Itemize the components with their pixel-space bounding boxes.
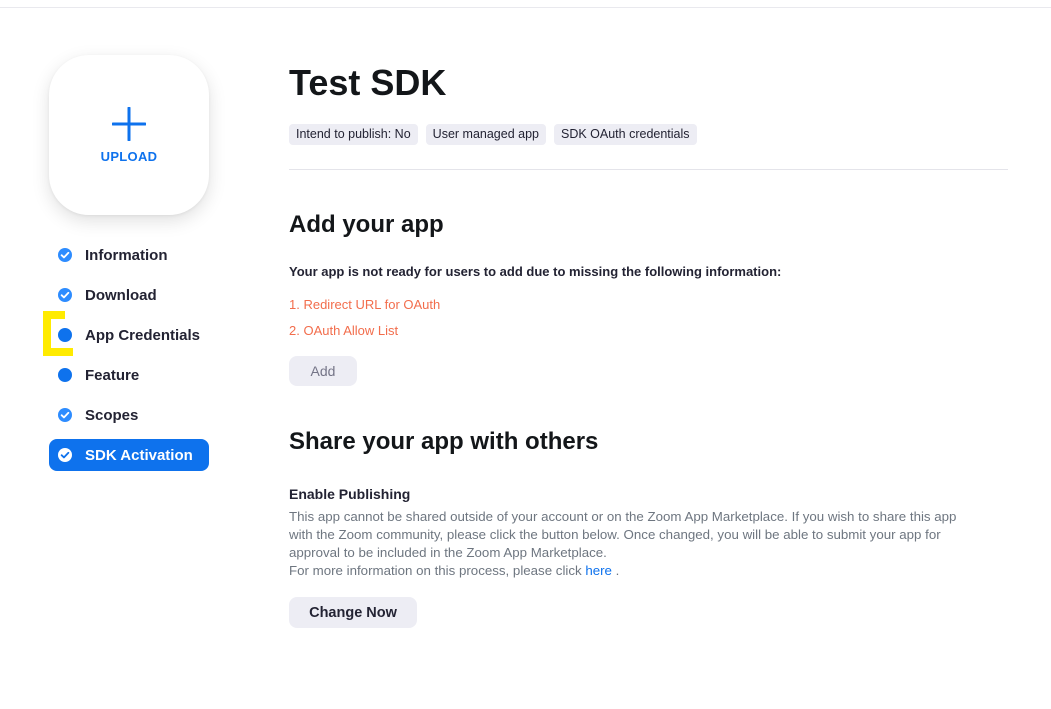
publishing-description: This app cannot be shared outside of you…: [289, 508, 994, 580]
sidebar-item-label: SDK Activation: [85, 446, 193, 464]
top-border: [0, 7, 1051, 8]
missing-item: 1. Redirect URL for OAuth: [289, 297, 441, 312]
check-circle-icon: [58, 248, 72, 262]
highlight-bracket-mark: [43, 311, 73, 356]
sidebar-nav: Information Download App Credentials Fea…: [49, 239, 209, 479]
tag-user-managed: User managed app: [425, 124, 546, 145]
sidebar-item-sdk-activation[interactable]: SDK Activation: [49, 439, 209, 471]
sidebar-item-information[interactable]: Information: [49, 239, 209, 271]
missing-item: 2. OAuth Allow List: [289, 323, 399, 338]
sidebar-item-label: App Credentials: [85, 326, 201, 344]
divider: [289, 169, 1008, 170]
sidebar-item-label: Scopes: [85, 406, 139, 424]
plus-icon: [112, 106, 146, 141]
description-text: For more information on this process, pl…: [289, 563, 586, 578]
sidebar-item-label: Information: [85, 246, 168, 264]
page-title: Test SDK: [289, 62, 447, 103]
description-line: approval to be included in the Zoom App …: [289, 545, 607, 560]
add-button[interactable]: Add: [289, 356, 357, 386]
check-circle-icon: [58, 448, 72, 462]
change-now-button[interactable]: Change Now: [289, 597, 417, 628]
dot-icon: [58, 368, 72, 382]
share-app-heading: Share your app with others: [289, 428, 599, 455]
description-line: For more information on this process, pl…: [289, 562, 994, 580]
sidebar-item-label: Download: [85, 286, 157, 304]
sidebar-item-download[interactable]: Download: [49, 279, 209, 311]
check-circle-icon: [58, 288, 72, 302]
add-app-heading: Add your app: [289, 211, 444, 238]
tag-list: Intend to publish: No User managed app S…: [289, 124, 705, 145]
description-line: with the Zoom community, please click th…: [289, 527, 941, 542]
missing-info-warning: Your app is not ready for users to add d…: [289, 264, 782, 279]
description-line: This app cannot be shared outside of you…: [289, 509, 957, 524]
upload-label: UPLOAD: [100, 148, 158, 164]
enable-publishing-label: Enable Publishing: [289, 486, 411, 502]
sidebar-item-feature[interactable]: Feature: [49, 359, 209, 391]
upload-button[interactable]: UPLOAD: [49, 55, 209, 215]
sidebar-item-label: Feature: [85, 366, 140, 384]
here-link[interactable]: here: [585, 563, 612, 578]
description-text: .: [611, 563, 620, 578]
check-circle-icon: [58, 408, 72, 422]
tag-sdk-oauth: SDK OAuth credentials: [554, 124, 697, 145]
tag-intend-to-publish: Intend to publish: No: [289, 124, 418, 145]
sidebar-item-scopes[interactable]: Scopes: [49, 399, 209, 431]
